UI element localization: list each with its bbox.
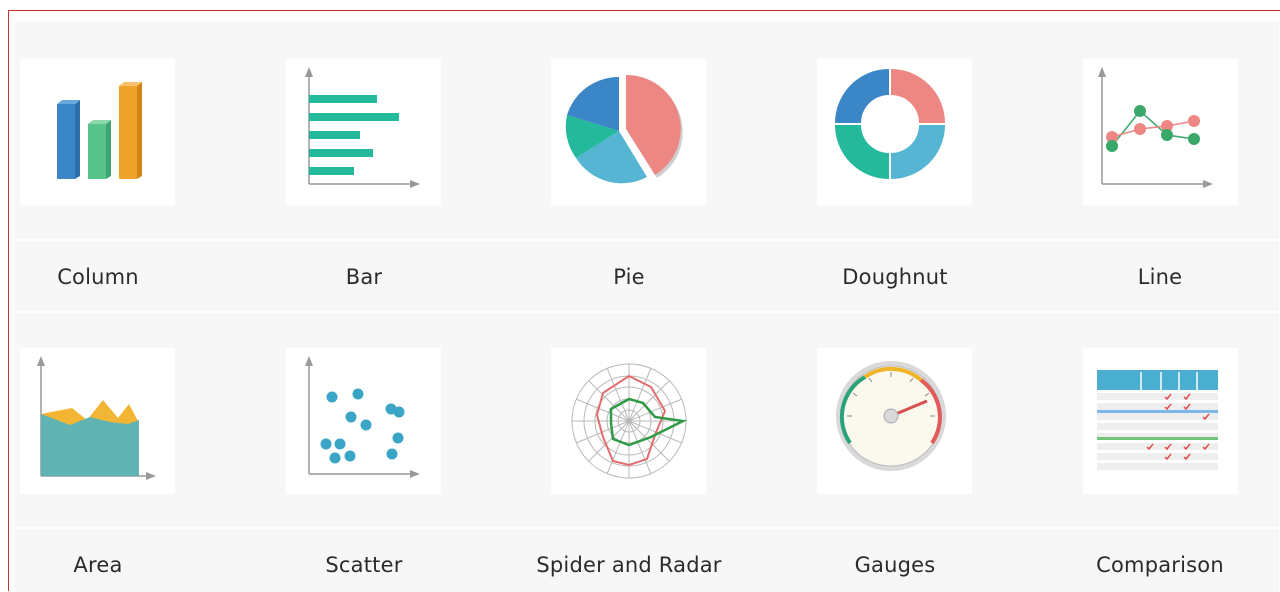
chart-gallery: Column Bar Pie Doughnut Line Area Scatte… (8, 10, 1280, 592)
chart-label[interactable]: Comparison (1040, 553, 1280, 577)
doughnut-chart-tile[interactable] (817, 59, 972, 205)
bar-chart-tile[interactable] (286, 59, 441, 205)
chart-label[interactable]: Spider and Radar (509, 553, 749, 577)
chart-label[interactable]: Pie (509, 265, 749, 289)
pie-chart-tile[interactable] (551, 59, 706, 205)
comparison-table-icon (1097, 370, 1218, 470)
chart-label[interactable]: Gauges (775, 553, 1015, 577)
line-chart-icon (1098, 67, 1213, 188)
doughnut-chart-icon (835, 69, 945, 179)
chart-label[interactable]: Area (0, 553, 218, 577)
comparison-table-tile[interactable] (1083, 348, 1238, 494)
gauge-tile[interactable] (817, 348, 972, 494)
chart-label[interactable]: Line (1040, 265, 1280, 289)
area-chart-tile[interactable] (20, 348, 175, 494)
column-chart-tile[interactable] (20, 59, 175, 205)
column-chart-icon (57, 82, 142, 179)
chart-label[interactable]: Bar (244, 265, 484, 289)
chart-label[interactable]: Column (0, 265, 218, 289)
chart-label[interactable]: Doughnut (775, 265, 1015, 289)
bar-chart-icon (305, 67, 420, 188)
chart-label[interactable]: Scatter (244, 553, 484, 577)
area-chart-icon (37, 356, 156, 480)
line-chart-tile[interactable] (1083, 59, 1238, 205)
radar-chart-tile[interactable] (551, 348, 706, 494)
pie-chart-icon (565, 74, 683, 184)
radar-chart-icon (571, 363, 688, 479)
scatter-chart-icon (305, 356, 420, 478)
scatter-chart-tile[interactable] (286, 348, 441, 494)
gauge-icon (836, 361, 946, 471)
